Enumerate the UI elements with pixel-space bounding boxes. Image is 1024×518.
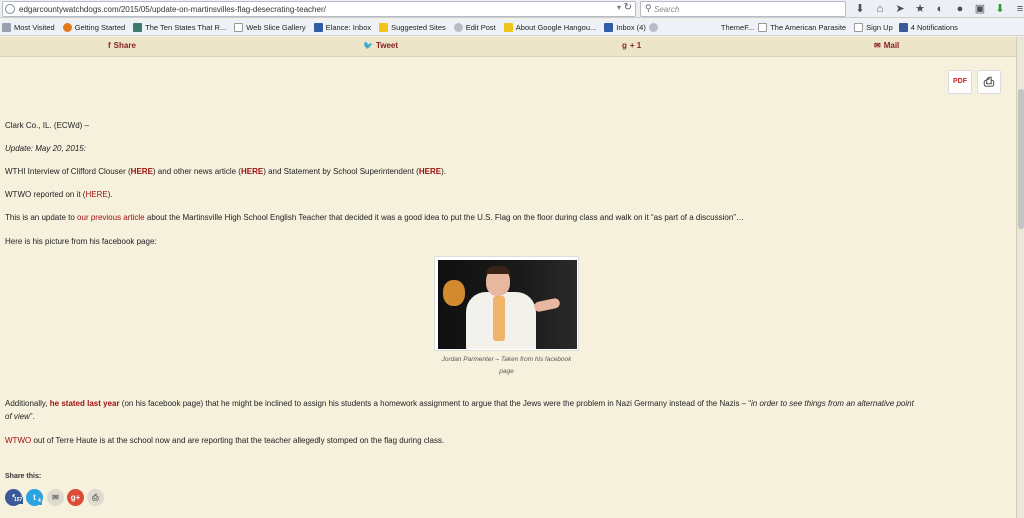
bookmark-icon[interactable]: ★ [912, 1, 928, 17]
picture-intro: Here is his picture from his facebook pa… [5, 237, 157, 246]
url-bar[interactable]: edgarcountywatchdogs.com/2015/05/update-… [2, 1, 636, 17]
twitter-bird-icon: 🐦 [363, 41, 373, 50]
bookmark-getting-started[interactable]: Getting Started [62, 19, 125, 36]
bookmark-sign-up[interactable]: Sign Up [854, 19, 893, 36]
photo-image [438, 260, 577, 349]
tweet-button[interactable]: 🐦 Tweet [363, 41, 398, 50]
bookmark-edit-post[interactable]: Edit Post [453, 19, 496, 36]
bookmark-themef[interactable]: ThemeF... [721, 19, 754, 36]
dateline: Clark Co., IL. (ECWd) – [5, 121, 90, 130]
page-scrollbar[interactable] [1016, 37, 1024, 518]
additionally-paragraph-2: of view”. [5, 412, 35, 421]
search-bar[interactable]: ⚲ Search [640, 1, 846, 17]
photo-tie [493, 296, 505, 341]
twitter-icon: t [33, 493, 36, 502]
scrollbar-thumb[interactable] [1018, 89, 1024, 229]
photo-caption: Jordan Parmenter – Taken from his facebo… [441, 356, 572, 375]
pdf-icon[interactable]: PDF [948, 70, 972, 94]
dropdown-arrow-icon[interactable]: ▾ [617, 3, 621, 12]
printer-icon[interactable]: ⎙ [977, 70, 1001, 94]
update-line: Update: May 20, 2015: [5, 144, 86, 153]
bookmark-icon [2, 22, 11, 32]
gplus-button[interactable]: g + 1 [622, 41, 641, 50]
home-icon[interactable]: ⌂ [872, 1, 888, 17]
mail-button[interactable]: ✉ Mail [874, 41, 899, 50]
send-icon[interactable]: ➤ [892, 1, 908, 17]
facebook-f-icon: f [108, 41, 111, 50]
firefox-icon [62, 22, 72, 32]
background-person [443, 280, 465, 306]
twitter-count: 4 [37, 498, 42, 505]
elance-icon [313, 22, 323, 32]
photo-arm [533, 297, 561, 313]
bookmark-most-visited[interactable]: Most Visited [2, 19, 55, 36]
browser-nav-bar: edgarcountywatchdogs.com/2015/05/update-… [0, 0, 1024, 18]
stated-last-year-link[interactable]: he stated last year [50, 399, 120, 408]
facebook-icon [898, 22, 908, 32]
search-placeholder[interactable]: Search [654, 3, 679, 16]
envelope-icon: ✉ [52, 493, 59, 502]
reload-icon[interactable]: ↻ [624, 2, 632, 13]
bookmark-google-hangouts[interactable]: About Google Hangou... [503, 19, 596, 36]
email-share-button[interactable]: ✉ [47, 489, 64, 506]
wtwo-link[interactable]: WTWO [5, 436, 31, 445]
here-link-1[interactable]: HERE [131, 167, 153, 176]
update-paragraph: This is an update to our previous articl… [5, 213, 744, 222]
search-icon: ⚲ [645, 3, 652, 13]
gear-icon [648, 22, 658, 32]
download-green-icon[interactable]: ⬇ [992, 1, 1008, 17]
facebook-share-button[interactable]: f157 [5, 489, 24, 506]
print-share-button[interactable]: ⎙ [87, 489, 104, 506]
google-plus-icon: g+ [70, 493, 81, 502]
menu-icon[interactable]: ≡ [1012, 1, 1024, 17]
globe-icon [5, 4, 15, 14]
here-link-4[interactable]: HERE [85, 190, 107, 199]
bookmark-elance[interactable]: Elance: Inbox [313, 19, 371, 36]
download-icon[interactable]: ⬇ [852, 1, 868, 17]
bookmark-american-parasite[interactable]: The American Parasite [758, 19, 846, 36]
facebook-count: 157 [13, 497, 24, 504]
additionally-paragraph-1: Additionally, he stated last year (on hi… [5, 399, 914, 408]
bookmark-ten-states[interactable]: The Ten States That R... [133, 19, 226, 36]
wthi-line: WTHI Interview of Clifford Clouser (HERE… [5, 167, 446, 176]
elance-icon [604, 22, 614, 32]
twitter-share-button[interactable]: t4 [26, 489, 43, 506]
site-icon [133, 22, 143, 32]
addon-icon[interactable]: ▣ [972, 1, 988, 17]
google-plus-icon: g [622, 41, 627, 50]
share-bar: f Share 🐦 Tweet g + 1 ✉ Mail [0, 37, 1016, 57]
here-link-2[interactable]: HERE [241, 167, 263, 176]
page-icon [854, 22, 864, 32]
bookmark-suggested-sites[interactable]: Suggested Sites [379, 19, 446, 36]
google-plus-share-button[interactable]: g+ [67, 489, 84, 506]
site-icon [503, 22, 513, 32]
share-button[interactable]: f Share [108, 41, 136, 50]
bookmarks-bar: Most Visited Getting Started The Ten Sta… [0, 19, 1024, 36]
bookmark-notifications[interactable]: 4 Notifications [898, 19, 958, 36]
color-icon[interactable]: ◐ [932, 1, 948, 17]
page-icon [234, 22, 244, 32]
bookmark-web-slice[interactable]: Web Slice Gallery [234, 19, 306, 36]
printer-icon: ⎙ [92, 493, 99, 502]
page-icon [758, 22, 768, 32]
site-icon [379, 22, 389, 32]
wtwo-paragraph: WTWO out of Terre Haute is at the school… [5, 436, 445, 445]
photo-hair [486, 266, 510, 274]
url-text[interactable]: edgarcountywatchdogs.com/2015/05/update-… [19, 3, 326, 16]
share-this-heading: Share this: [5, 473, 42, 480]
here-link-3[interactable]: HERE [419, 167, 441, 176]
teacher-photo[interactable] [434, 256, 579, 351]
wtwo-line: WTWO reported on it (HERE). [5, 190, 113, 199]
bookmark-inbox[interactable]: Inbox (4) [604, 19, 661, 36]
toolbar-icons: ⬇ ⌂ ➤ ★ ◐ ● ▣ ⬇ ≡ [852, 1, 1024, 17]
previous-article-link[interactable]: our previous article [77, 213, 145, 222]
chat-icon[interactable]: ● [952, 1, 968, 17]
gear-icon [453, 22, 463, 32]
envelope-icon: ✉ [874, 41, 881, 50]
